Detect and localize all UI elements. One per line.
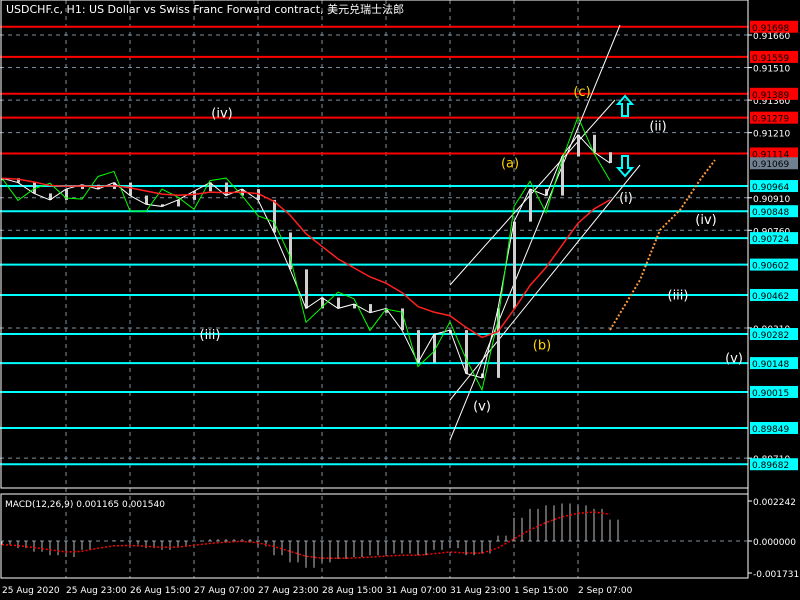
support-level-label: 0.90848 xyxy=(752,208,789,218)
candle xyxy=(577,134,580,157)
price-chart: (iv) (iii) (v) (a) (b) (c) (ii) (i) (iv) (iii) (v)… xyxy=(0,0,799,596)
main-pane-border xyxy=(0,0,749,489)
moving-average-line xyxy=(1,177,611,339)
wave-label: (iii) xyxy=(200,328,221,343)
arrow-down-icon xyxy=(615,155,635,178)
support-level-label: 0.90282 xyxy=(752,331,789,341)
time-tick-label: 31 Aug 23:00 xyxy=(450,586,511,596)
price-tick-label: 0.91510 xyxy=(753,65,790,75)
support-level-label: 0.90602 xyxy=(752,262,789,272)
wave-label: (i) xyxy=(619,191,633,206)
support-level-label: 0.90148 xyxy=(752,360,789,370)
candle xyxy=(273,199,276,233)
candle xyxy=(593,134,596,153)
candle xyxy=(609,152,612,164)
time-tick-label: 27 Aug 23:00 xyxy=(258,586,319,596)
wave-label: (iv) xyxy=(695,213,716,228)
wave-label: (a) xyxy=(501,156,519,171)
arrow-up-icon xyxy=(615,94,635,117)
macd-pane: 0.002242 0.000000 -0.001731 xyxy=(0,498,799,580)
candle xyxy=(465,330,468,374)
wave-label: (ii) xyxy=(649,119,666,134)
support-level-label: 0.89849 xyxy=(752,425,789,435)
support-level-label: 0.90015 xyxy=(752,389,789,399)
candle xyxy=(129,182,132,196)
time-tick-label: 1 Sep 15:00 xyxy=(514,586,569,596)
resistance-level-label: 0.91559 xyxy=(752,54,789,64)
candle xyxy=(513,221,516,309)
wave-label: (iii) xyxy=(668,289,689,304)
macd-label: MACD(12,26,9) 0.001165 0.001540 xyxy=(5,500,165,510)
candle xyxy=(193,191,196,200)
channel-line xyxy=(449,99,616,286)
macd-tick-label: 0.002242 xyxy=(753,498,796,508)
support-level-label: 0.90462 xyxy=(752,292,789,302)
time-tick-label: 31 Aug 07:00 xyxy=(386,586,447,596)
time-tick-label: 28 Aug 15:00 xyxy=(322,586,383,596)
candle xyxy=(529,189,532,222)
price-series xyxy=(1,24,716,441)
candle xyxy=(337,297,340,309)
candle xyxy=(225,182,228,196)
resistance-level-label: 0.91389 xyxy=(752,91,789,101)
wave-label: (c) xyxy=(573,85,590,100)
candle xyxy=(417,330,420,363)
wave-label: (v) xyxy=(725,352,743,367)
support-level-label: 0.90964 xyxy=(752,183,789,193)
grid xyxy=(0,0,748,578)
time-tick-label: 2 Sep 07:00 xyxy=(578,586,633,596)
support-level-label: 0.90724 xyxy=(752,235,789,245)
time-tick-label: 25 Aug 2020 xyxy=(2,586,60,596)
support-level-label: 0.89682 xyxy=(752,461,789,471)
time-tick-label: 25 Aug 23:00 xyxy=(66,586,127,596)
time-tick-label: 27 Aug 07:00 xyxy=(194,586,255,596)
wave-label: (iv) xyxy=(211,106,232,121)
resistance-level-label: 0.91698 xyxy=(752,24,789,34)
macd-tick-label: -0.001731 xyxy=(753,570,799,580)
time-axis: 25 Aug 2020 25 Aug 23:00 26 Aug 15:00 27 Au… xyxy=(2,586,633,596)
chart-title: USDCHF.c, H1: US Dollar vs Swiss Franc F… xyxy=(6,2,404,16)
price-levels xyxy=(0,25,748,466)
channel-line xyxy=(449,164,641,401)
candle xyxy=(145,195,148,205)
time-tick-label: 26 Aug 15:00 xyxy=(130,586,191,596)
candle xyxy=(177,199,180,207)
price-axis: 0.916600.915100.913600.912100.909100.907… xyxy=(747,0,798,578)
wave-label: (v) xyxy=(473,399,491,414)
price-tick-label: 0.91210 xyxy=(753,130,790,140)
candle xyxy=(369,304,372,313)
current-price-label: 0.91069 xyxy=(752,160,789,170)
resistance-level-label: 0.91279 xyxy=(752,115,789,125)
candle xyxy=(305,269,308,309)
macd-tick-label: 0.000000 xyxy=(753,538,796,548)
wave-label: (b) xyxy=(533,339,551,354)
price-tick-label: 0.90910 xyxy=(753,195,790,205)
